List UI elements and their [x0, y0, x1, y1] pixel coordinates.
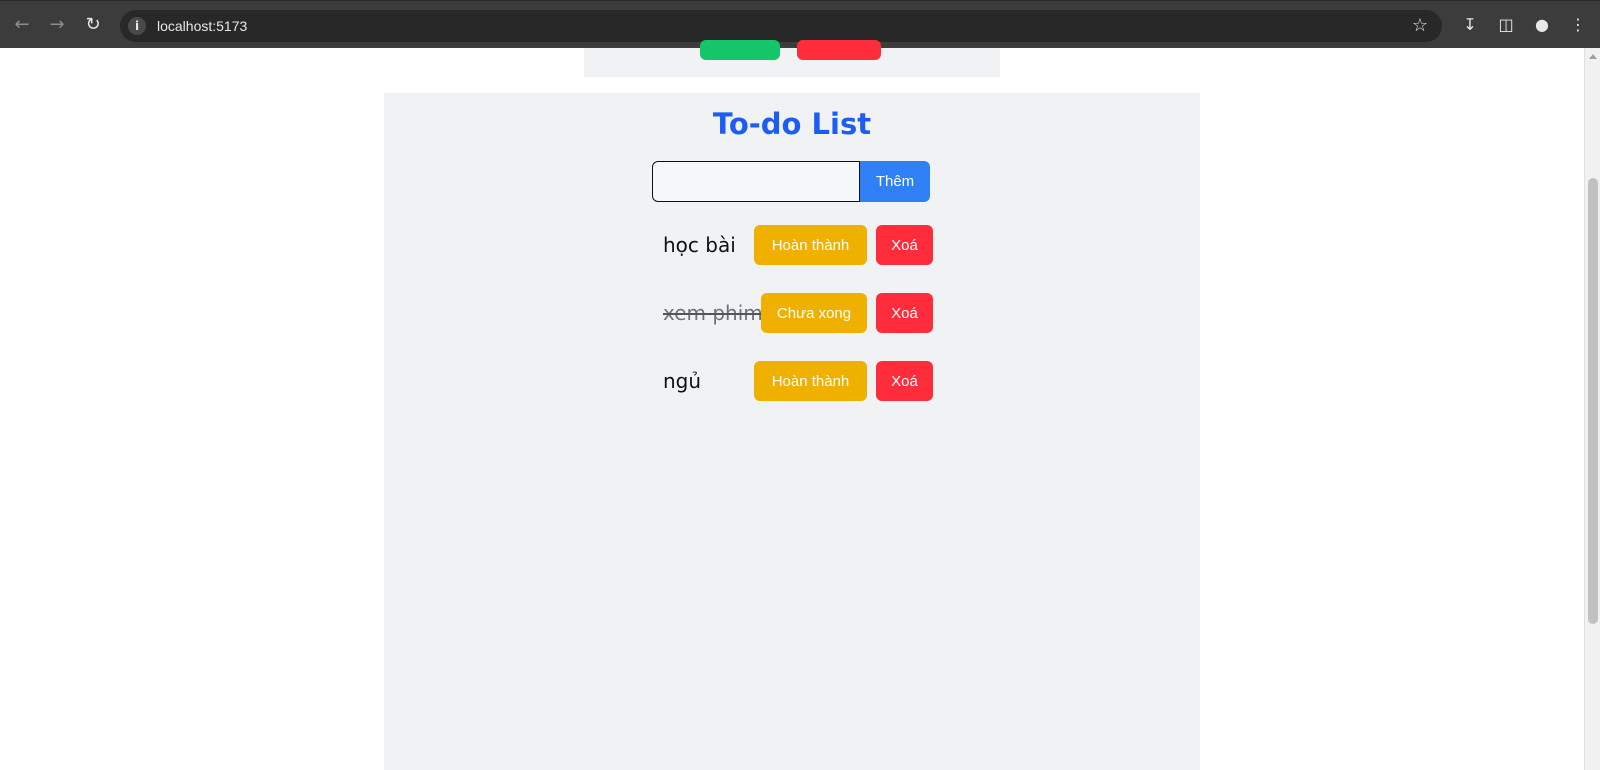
- delete-button[interactable]: Xoá: [876, 293, 933, 333]
- scrollbar[interactable]: [1584, 48, 1600, 770]
- top-panel: [584, 40, 1000, 77]
- delete-button[interactable]: Xoá: [876, 225, 933, 265]
- reload-icon[interactable]: ↻: [79, 11, 107, 39]
- menu-icon[interactable]: ⋮: [1566, 13, 1590, 37]
- star-icon[interactable]: ☆: [1408, 14, 1432, 38]
- scroll-up-icon[interactable]: [1589, 54, 1597, 59]
- todo-item: xem phim Chưa xong Xoá: [384, 293, 1200, 333]
- scroll-thumb[interactable]: [1588, 178, 1598, 624]
- profile-icon[interactable]: ●: [1530, 13, 1554, 37]
- todo-item: học bài Hoàn thành Xoá: [384, 225, 1200, 265]
- forward-icon[interactable]: →: [43, 11, 71, 39]
- address-bar[interactable]: i localhost:5173 ☆: [120, 10, 1442, 42]
- todo-item: ngủ Hoàn thành Xoá: [384, 361, 1200, 401]
- add-button[interactable]: Thêm: [860, 161, 930, 202]
- red-button[interactable]: [797, 40, 881, 60]
- delete-button[interactable]: Xoá: [876, 361, 933, 401]
- todo-text: xem phim: [663, 301, 763, 325]
- download-icon[interactable]: ↧: [1458, 13, 1482, 37]
- todo-text: ngủ: [663, 369, 702, 393]
- todo-text: học bài: [663, 233, 736, 257]
- page-title: To-do List: [712, 107, 872, 141]
- todo-panel: To-do List Thêm học bài Hoàn thành Xoá x…: [384, 93, 1200, 770]
- url-text[interactable]: localhost:5173: [157, 10, 247, 42]
- complete-button[interactable]: Hoàn thành: [754, 225, 867, 265]
- back-icon[interactable]: ←: [8, 11, 36, 39]
- undo-button[interactable]: Chưa xong: [761, 293, 867, 333]
- complete-button[interactable]: Hoàn thành: [754, 361, 867, 401]
- green-button[interactable]: [700, 40, 780, 60]
- side-panel-icon[interactable]: ◫: [1494, 13, 1518, 37]
- todo-input[interactable]: [652, 161, 860, 202]
- info-icon[interactable]: i: [128, 17, 146, 35]
